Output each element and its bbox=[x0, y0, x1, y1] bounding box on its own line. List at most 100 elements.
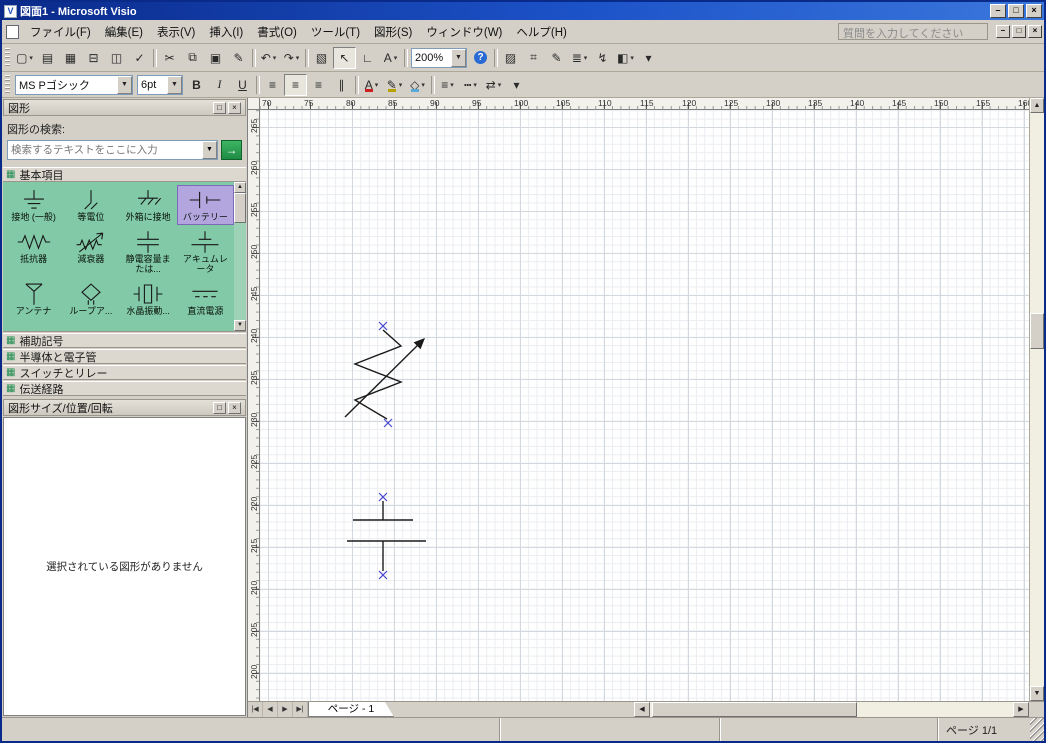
ink-tool-icon[interactable]: ✎▾ bbox=[545, 47, 568, 69]
redo-icon[interactable]: ↷ ▾ bbox=[280, 47, 303, 69]
font-name-combo[interactable]: MS Pゴシック ▼ bbox=[15, 74, 133, 95]
page-nav-button[interactable]: ▶| bbox=[293, 702, 308, 717]
vertical-ruler[interactable]: 265 260 255 250 245 240 235 230 225 220 … bbox=[248, 110, 260, 701]
stencil-shape[interactable]: 等電位 bbox=[62, 185, 119, 225]
zoom-combo[interactable]: 200% ▼ bbox=[411, 47, 467, 68]
scrollbar-thumb[interactable] bbox=[234, 193, 246, 223]
question-input[interactable]: 質問を入力してください bbox=[838, 23, 988, 40]
crop-icon[interactable]: ⌗▾ bbox=[522, 47, 545, 69]
text-tool-icon[interactable]: A ▾ bbox=[379, 47, 402, 69]
menu-item[interactable]: ファイル(F) bbox=[23, 21, 98, 43]
underline-button[interactable]: U bbox=[231, 74, 254, 96]
bold-button[interactable]: B bbox=[185, 74, 208, 96]
save-icon[interactable]: ▦▾ bbox=[59, 47, 82, 69]
stencil-section-header[interactable]: ▦ 基本項目 bbox=[3, 167, 246, 182]
menu-item[interactable]: 編集(E) bbox=[98, 21, 150, 43]
image-icon[interactable]: ▨▾ bbox=[499, 47, 522, 69]
align-center-icon[interactable]: ≡▾ bbox=[284, 73, 307, 96]
panel-close-button[interactable]: × bbox=[228, 101, 241, 114]
resize-grip[interactable] bbox=[1030, 718, 1044, 741]
drawing-page[interactable] bbox=[260, 110, 1029, 701]
chevron-down-icon[interactable]: ▼ bbox=[451, 48, 466, 67]
minimize-button[interactable]: – bbox=[990, 4, 1006, 18]
stencil-shape[interactable]: 抵抗器 bbox=[5, 227, 62, 277]
stencil-shape[interactable]: バッテリー bbox=[176, 185, 234, 225]
doc-restore-button[interactable]: □ bbox=[1012, 25, 1026, 38]
action-icon[interactable]: ↯▾ bbox=[591, 47, 614, 69]
panel-float-button[interactable]: □ bbox=[213, 101, 226, 114]
layers-icon[interactable]: ≣ ▾ bbox=[568, 47, 591, 69]
print-preview-icon[interactable]: ◫▾ bbox=[105, 47, 128, 69]
horizontal-scrollbar[interactable] bbox=[650, 702, 1013, 717]
stencil-shape[interactable]: 静電容量または... bbox=[120, 227, 177, 277]
doc-minimize-button[interactable]: – bbox=[996, 25, 1010, 38]
spelling-icon[interactable]: ✓▾ bbox=[128, 47, 151, 69]
cut-icon[interactable]: ✂▾ bbox=[158, 47, 181, 69]
page-nav-button[interactable]: |◀ bbox=[248, 702, 263, 717]
search-go-button[interactable]: → bbox=[221, 140, 242, 160]
chevron-down-icon[interactable]: ▼ bbox=[202, 141, 217, 159]
scroll-right-icon[interactable]: ▶ bbox=[1013, 702, 1029, 717]
help-icon[interactable]: ?▾ bbox=[469, 47, 492, 69]
theme-icon[interactable]: ◧ ▾ bbox=[614, 47, 637, 69]
horizontal-ruler[interactable]: 70 75 80 85 90 95 100 105 110 115 120 12… bbox=[260, 98, 1029, 110]
undo-icon[interactable]: ↶ ▾ bbox=[257, 47, 280, 69]
stencil-scrollbar[interactable]: ▲ ▼ bbox=[234, 182, 246, 331]
menu-item[interactable]: ウィンドウ(W) bbox=[419, 21, 509, 43]
doc-close-button[interactable]: × bbox=[1028, 25, 1042, 38]
menu-item[interactable]: 挿入(I) bbox=[202, 21, 250, 43]
open-icon[interactable]: ▤▾ bbox=[36, 47, 59, 69]
document-icon[interactable] bbox=[6, 24, 19, 39]
chevron-down-icon[interactable]: ▼ bbox=[117, 75, 132, 94]
connector-tool-icon[interactable]: ∟▾ bbox=[356, 47, 379, 69]
close-button[interactable]: × bbox=[1026, 4, 1042, 18]
align-right-icon[interactable]: ≡▾ bbox=[307, 74, 330, 96]
shape-search-input[interactable] bbox=[8, 141, 202, 159]
stencil-shape[interactable]: アンテナ bbox=[5, 279, 62, 319]
stencil-section-header[interactable]: ▦ スイッチとリレー bbox=[3, 365, 246, 380]
line-pattern-icon[interactable]: ┅ ▾ bbox=[459, 74, 482, 96]
scroll-up-icon[interactable]: ▲ bbox=[1030, 98, 1044, 113]
stencil-section-header[interactable]: ▦ 半導体と電子管 bbox=[3, 349, 246, 364]
toolbar-options-icon[interactable]: ▾▾ bbox=[637, 47, 660, 69]
new-document-icon[interactable]: ▢ ▾ bbox=[13, 47, 36, 69]
copy-icon[interactable]: ⧉▾ bbox=[181, 47, 204, 69]
align-left-icon[interactable]: ≡▾ bbox=[261, 74, 284, 96]
font-color-icon[interactable]: A ▾ bbox=[360, 74, 383, 96]
scroll-down-icon[interactable]: ▼ bbox=[1030, 686, 1044, 701]
stencil-shape[interactable]: 接地 (一般) bbox=[5, 185, 62, 225]
stencil-shape[interactable]: アキュムレータ bbox=[177, 227, 234, 277]
visio-app-icon[interactable]: V bbox=[4, 4, 17, 18]
panel-float-button[interactable]: □ bbox=[213, 401, 226, 414]
stencil-shape[interactable]: 水晶振動... bbox=[120, 279, 177, 319]
toolbar-options-icon[interactable]: ▾▾ bbox=[505, 74, 528, 96]
scroll-left-icon[interactable]: ◀ bbox=[634, 702, 650, 717]
menu-item[interactable]: 図形(S) bbox=[367, 21, 419, 43]
italic-button[interactable]: I bbox=[208, 74, 231, 96]
toolbar-grip[interactable] bbox=[5, 47, 10, 68]
fill-color-icon[interactable]: ◇ ▾ bbox=[406, 74, 429, 96]
stencil-section-header[interactable]: ▦ 補助記号 bbox=[3, 333, 246, 348]
stencil-shape[interactable]: 減衰器 bbox=[62, 227, 119, 277]
chevron-down-icon[interactable]: ▼ bbox=[167, 75, 182, 94]
scrollbar-thumb[interactable] bbox=[1030, 313, 1044, 349]
stencil-shape[interactable]: 外箱に接地 bbox=[120, 185, 177, 225]
stencil-shape[interactable]: ループア... bbox=[62, 279, 119, 319]
toolbar-grip[interactable] bbox=[5, 74, 10, 95]
format-painter-icon[interactable]: ✎▾ bbox=[227, 47, 250, 69]
menu-item[interactable]: 書式(O) bbox=[250, 21, 304, 43]
scrollbar-thumb[interactable] bbox=[652, 702, 857, 717]
align-justify-icon[interactable]: ∥▾ bbox=[330, 74, 353, 96]
print-icon[interactable]: ⊟▾ bbox=[82, 47, 105, 69]
maximize-button[interactable]: □ bbox=[1008, 4, 1024, 18]
menu-item[interactable]: ヘルプ(H) bbox=[509, 21, 573, 43]
scroll-up-icon[interactable]: ▲ bbox=[234, 182, 246, 193]
drawing-shapes[interactable] bbox=[260, 110, 1029, 701]
stencil-shape[interactable]: 直流電源 bbox=[177, 279, 234, 319]
line-weight-icon[interactable]: ≡ ▾ bbox=[436, 74, 459, 96]
page-nav-button[interactable]: ▶ bbox=[278, 702, 293, 717]
stencil-section-header[interactable]: ▦ 伝送経路 bbox=[3, 381, 246, 396]
scroll-down-icon[interactable]: ▼ bbox=[234, 320, 246, 331]
shapes-window-icon[interactable]: ▧▾ bbox=[310, 47, 333, 69]
line-ends-icon[interactable]: ⇄ ▾ bbox=[482, 74, 505, 96]
